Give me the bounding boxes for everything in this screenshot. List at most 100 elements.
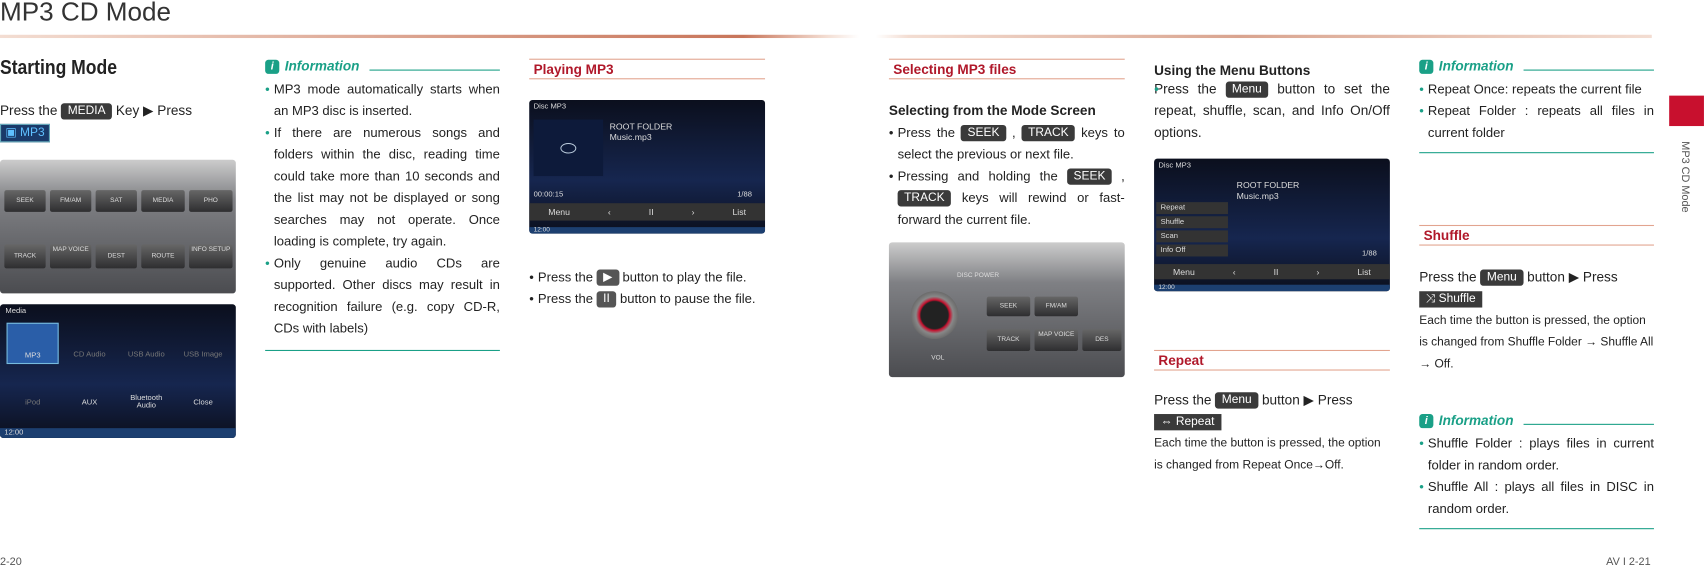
key: SAT bbox=[95, 190, 137, 212]
prev-icon: ‹ bbox=[607, 207, 611, 217]
key: PHO bbox=[189, 190, 233, 212]
prev-icon: ‹ bbox=[1232, 266, 1236, 277]
media-screen-image: Media MP3 CD Audio USB Audio USB Image i… bbox=[0, 304, 236, 438]
info-icon: i bbox=[265, 59, 280, 74]
menu-key: Menu bbox=[1225, 81, 1269, 99]
list-button: List bbox=[732, 207, 747, 217]
media-item: USB Image bbox=[183, 351, 223, 359]
key: VOL bbox=[931, 355, 945, 362]
head-unit-knob-image: DISC POWER SEEK FM/AM TRACK MAP VOICE DE… bbox=[888, 242, 1125, 378]
pause-icon: II bbox=[1273, 266, 1279, 277]
menu-screen-image: Disc MP3 ROOT FOLDER Music.mp3 Repeat Sh… bbox=[1154, 158, 1390, 292]
shuffle-desc: Each time the button is pressed, the opt… bbox=[1419, 314, 1654, 371]
info-bullet: Only genuine audio CDs are supported. Ot… bbox=[265, 252, 500, 339]
play-time: 00:00:15 bbox=[533, 191, 564, 199]
select-bullet: Press the SEEK , TRACK keys to select th… bbox=[889, 122, 1125, 165]
info-box-3: i Information Shuffle Folder : plays file… bbox=[1419, 412, 1654, 530]
text: Press the bbox=[1154, 392, 1212, 408]
clock: 12:00 bbox=[529, 227, 766, 234]
title-rule bbox=[0, 34, 1652, 39]
selecting-mp3-header: Selecting MP3 files bbox=[888, 58, 1125, 80]
text: Press the bbox=[1154, 81, 1217, 97]
pause-bullet: Press the II button to pause the file. bbox=[529, 288, 768, 310]
playing-mp3-header: Playing MP3 bbox=[529, 58, 766, 80]
volume-knob-icon bbox=[910, 291, 959, 340]
track-count: 1/88 bbox=[1362, 249, 1377, 258]
scan-menu-item: Scan bbox=[1156, 230, 1228, 243]
info-off-menu-item: Info Off bbox=[1156, 244, 1228, 257]
media-item: CD Audio bbox=[73, 351, 106, 359]
text: button to play the file. bbox=[622, 269, 747, 285]
menu-button: Menu bbox=[1173, 266, 1195, 277]
label: Shuffle bbox=[1438, 292, 1476, 306]
playing-bullets: Press the ▶ button to play the file. Pre… bbox=[529, 266, 768, 309]
starting-mode-title: Starting Mode bbox=[0, 56, 118, 80]
media-key: MEDIA bbox=[61, 103, 113, 120]
text: Key ▶ Press bbox=[115, 103, 193, 119]
key: MEDIA bbox=[141, 190, 185, 212]
key: INFO SETUP bbox=[189, 244, 233, 269]
hyundai-logo-icon: ⬭ bbox=[533, 119, 604, 177]
menu-key: Menu bbox=[1215, 392, 1259, 409]
info-bullet: Shuffle Folder : plays files in current … bbox=[1419, 433, 1654, 476]
label: Repeat bbox=[1175, 415, 1215, 429]
clock: 12:00 bbox=[1154, 284, 1390, 292]
menu-buttons-desc: Press the Menu button to set the repeat,… bbox=[1154, 78, 1390, 143]
key: TRACK bbox=[4, 244, 46, 269]
text: Press the bbox=[537, 291, 594, 307]
next-icon: › bbox=[1316, 266, 1320, 277]
info-bullet: Shuffle All : plays all files in DISC in… bbox=[1419, 476, 1654, 519]
mp3-play-screen-image: Disc MP3 ⬭ ROOT FOLDER Music.mp3 00:00:1… bbox=[529, 99, 766, 234]
file-name: Music.mp3 bbox=[1236, 191, 1279, 202]
info-bullet: Repeat Folder : repeats all files in cur… bbox=[1419, 100, 1654, 143]
media-item: Bluetooth Audio bbox=[130, 394, 163, 410]
shuffle-menu-item: Shuffle bbox=[1156, 216, 1228, 229]
pause-icon: II bbox=[596, 291, 617, 308]
side-tab bbox=[1669, 95, 1704, 127]
info-box-2: i Information Repeat Once: repeats the cu… bbox=[1419, 59, 1654, 154]
key: ROUTE bbox=[141, 244, 185, 269]
info-box-1: i Information MP3 mode automatically star… bbox=[265, 58, 500, 352]
media-item: iPod bbox=[25, 398, 41, 407]
page-number-left: 2-20 bbox=[0, 556, 22, 569]
mp3-button: ▣ MP3 bbox=[0, 124, 51, 143]
info-bullet: If there are numerous songs and folders … bbox=[265, 122, 500, 252]
menu-buttons-title: Using the Menu Buttons bbox=[1154, 63, 1311, 79]
play-bullet: Press the ▶ button to play the file. bbox=[529, 266, 768, 288]
key: TRACK bbox=[986, 329, 1031, 352]
info-title: Information bbox=[1438, 412, 1514, 429]
key: SEEK bbox=[986, 296, 1031, 317]
text: button to pause the file. bbox=[619, 291, 756, 307]
media-item: USB Audio bbox=[127, 351, 165, 359]
info-title: Information bbox=[284, 58, 360, 74]
screen-title: Media bbox=[5, 307, 27, 316]
selecting-subtitle: Selecting from the Mode Screen bbox=[888, 103, 1096, 119]
key: DES bbox=[1082, 329, 1122, 352]
text: button ▶ Press bbox=[1261, 392, 1353, 408]
text: Press the bbox=[897, 124, 956, 141]
key: FM/AM bbox=[1034, 296, 1079, 317]
starting-instruction: Press the MEDIA Key ▶ Press ▣ MP3 bbox=[0, 100, 239, 143]
seek-key: SEEK bbox=[1067, 168, 1112, 186]
info-title: Information bbox=[1438, 58, 1514, 74]
media-item: MP3 bbox=[6, 322, 59, 365]
info-icon: i bbox=[1419, 413, 1434, 428]
key: MAP VOICE bbox=[1034, 329, 1079, 352]
key: MAP VOICE bbox=[49, 244, 92, 269]
text: Press the bbox=[0, 103, 58, 119]
track-key: TRACK bbox=[897, 190, 952, 207]
info-bullet: MP3 mode automatically starts when an MP… bbox=[265, 78, 500, 121]
key: DEST bbox=[95, 244, 137, 269]
menu-key: Menu bbox=[1480, 269, 1524, 287]
screen-header: Disc MP3 bbox=[533, 103, 567, 111]
media-item: AUX bbox=[81, 398, 98, 407]
page-title: MP3 CD Mode bbox=[0, 0, 172, 28]
media-item: Close bbox=[193, 398, 213, 407]
side-tab-label: MP3 CD Mode bbox=[1678, 141, 1691, 213]
shuffle-instruction: Press the Menu button ▶ Press ⤨ Shuffle … bbox=[1419, 266, 1654, 375]
page-number-right: AV I 2-21 bbox=[1606, 556, 1651, 569]
text: button ▶ Press bbox=[1527, 269, 1618, 285]
key: SEEK bbox=[4, 190, 46, 212]
shuffle-button: ⤨ Shuffle bbox=[1419, 291, 1483, 308]
selecting-bullets: Press the SEEK , TRACK keys to select th… bbox=[889, 122, 1125, 231]
